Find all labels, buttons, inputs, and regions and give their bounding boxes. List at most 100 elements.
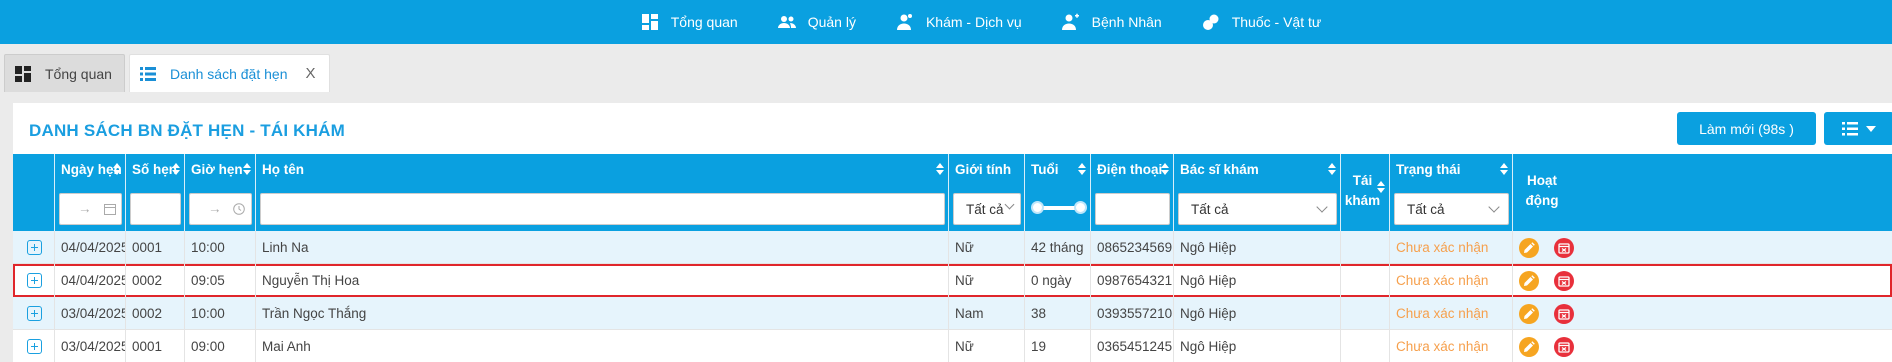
- header-so-hen[interactable]: Số hẹn: [126, 154, 185, 231]
- expand-row-icon[interactable]: [27, 306, 42, 321]
- refresh-button[interactable]: Làm mới (98s ): [1677, 112, 1816, 145]
- expand-cell: [13, 297, 55, 330]
- header-ngay-hen[interactable]: Ngày hẹn →: [55, 154, 126, 231]
- cell-gioi-tinh: Nữ: [949, 330, 1025, 362]
- header-tai-kham[interactable]: Tái khám: [1341, 154, 1390, 231]
- gioi-tinh-select[interactable]: Tất cả: [953, 193, 1021, 225]
- cell-tuoi: 42 tháng: [1025, 231, 1091, 264]
- nav-item-thuoc-vat-tu[interactable]: Thuốc - Vật tư: [1182, 0, 1342, 44]
- edit-icon[interactable]: [1519, 337, 1539, 357]
- sort-icon[interactable]: [1328, 162, 1336, 176]
- sort-icon[interactable]: [1377, 180, 1385, 194]
- dien-thoai-filter[interactable]: [1095, 193, 1170, 225]
- appointment-table: Ngày hẹn → Số hẹn Giờ hẹn → Họ tên Giới …: [13, 154, 1892, 362]
- nav-item-tong-quan[interactable]: Tổng quan: [621, 0, 758, 44]
- cell-ho-ten: Trần Ngọc Thắng: [256, 297, 949, 330]
- edit-icon[interactable]: [1519, 271, 1539, 291]
- nav-item-quan-ly[interactable]: Quản lý: [758, 0, 876, 44]
- sort-icon[interactable]: [172, 162, 180, 176]
- ho-ten-filter[interactable]: [260, 193, 945, 225]
- actions-cell: [1513, 264, 1892, 297]
- table-row[interactable]: 03/04/2025 0002 10:00 Trần Ngọc Thắng Nam 38 0…: [13, 297, 1892, 330]
- nav-label: Khám - Dịch vụ: [925, 14, 1022, 30]
- cell-tai-kham: [1341, 297, 1390, 330]
- header-ho-ten[interactable]: Họ tên: [256, 154, 949, 231]
- doctor-icon: [896, 13, 914, 31]
- expand-row-icon[interactable]: [27, 339, 42, 354]
- cell-gioi-tinh: Nam: [949, 297, 1025, 330]
- header-gio-hen[interactable]: Giờ hẹn →: [185, 154, 256, 231]
- cell-ngay-hen: 04/04/2025: [55, 231, 126, 264]
- sort-icon[interactable]: [113, 162, 121, 176]
- sort-icon[interactable]: [1500, 162, 1508, 176]
- cell-dien-thoai: 0987654321: [1091, 264, 1174, 297]
- expand-row-icon[interactable]: [27, 273, 42, 288]
- tab-tong-quan[interactable]: Tổng quan: [4, 54, 125, 92]
- bac-si-select[interactable]: Tất cả: [1178, 193, 1337, 225]
- slider-handle-min[interactable]: [1031, 201, 1044, 214]
- nav-item-benh-nhan[interactable]: Bệnh Nhân: [1042, 0, 1182, 44]
- medicine-icon: [1202, 13, 1220, 31]
- cancel-appointment-icon[interactable]: [1554, 238, 1574, 258]
- cell-trang-thai: Chưa xác nhận: [1390, 297, 1513, 330]
- trang-thai-select[interactable]: Tất cả: [1394, 193, 1509, 225]
- cell-ngay-hen: 03/04/2025: [55, 330, 126, 362]
- cell-gio-hen: 09:00: [185, 330, 256, 362]
- time-range-filter[interactable]: →: [189, 193, 252, 225]
- page-title: DANH SÁCH BN ĐẶT HẸN - TÁI KHÁM: [29, 121, 345, 140]
- edit-icon[interactable]: [1519, 304, 1539, 324]
- header-expand: [13, 154, 55, 231]
- edit-icon[interactable]: [1519, 238, 1539, 258]
- table-body: 04/04/2025 0001 10:00 Linh Na Nữ 42 tháng 0865…: [13, 231, 1892, 362]
- nav-item-kham-dich-vu[interactable]: Khám - Dịch vụ: [876, 0, 1042, 44]
- table-row[interactable]: 04/04/2025 0001 10:00 Linh Na Nữ 42 tháng 0865…: [13, 231, 1892, 264]
- cell-gioi-tinh: Nữ: [949, 264, 1025, 297]
- header-hoat-dong: Hoạt động: [1525, 173, 1559, 208]
- sort-icon[interactable]: [936, 162, 944, 176]
- table-row[interactable]: 04/04/2025 0002 09:05 Nguyễn Thị Hoa Nữ 0 ngà…: [13, 264, 1892, 297]
- clock-icon: [233, 203, 245, 215]
- header-gioi-tinh[interactable]: Giới tính Tất cả: [949, 154, 1025, 231]
- slider-handle-max[interactable]: [1074, 201, 1087, 214]
- tab-danh-sach-dat-hen[interactable]: Danh sách đặt hẹn X: [128, 54, 331, 92]
- chevron-down-icon: [1316, 201, 1328, 213]
- header-tuoi[interactable]: Tuổi: [1025, 154, 1091, 231]
- cell-tai-kham: [1341, 264, 1390, 297]
- cell-ho-ten: Nguyễn Thị Hoa: [256, 264, 949, 297]
- nav-label: Bệnh Nhân: [1091, 14, 1162, 30]
- age-range-slider[interactable]: [1031, 201, 1087, 215]
- cell-gio-hen: 09:05: [185, 264, 256, 297]
- expand-row-icon[interactable]: [27, 240, 42, 255]
- header-dien-thoai[interactable]: Điện thoại: [1091, 154, 1174, 231]
- cell-bac-si: Ngô Hiệp: [1174, 330, 1341, 362]
- chevron-down-icon: [1004, 199, 1015, 210]
- cell-so-hen: 0002: [126, 297, 185, 330]
- sort-icon[interactable]: [1078, 162, 1086, 176]
- cell-dien-thoai: 0393557210: [1091, 297, 1174, 330]
- cell-trang-thai: Chưa xác nhận: [1390, 330, 1513, 362]
- sort-icon[interactable]: [243, 162, 251, 176]
- cell-ho-ten: Linh Na: [256, 231, 949, 264]
- cell-so-hen: 0001: [126, 330, 185, 362]
- date-range-filter[interactable]: →: [59, 193, 122, 225]
- cancel-appointment-icon[interactable]: [1554, 337, 1574, 357]
- header-trang-thai[interactable]: Trạng thái Tất cả: [1390, 154, 1513, 231]
- cell-trang-thai: Chưa xác nhận: [1390, 264, 1513, 297]
- so-hen-filter[interactable]: [130, 193, 181, 225]
- cell-bac-si: Ngô Hiệp: [1174, 297, 1341, 330]
- cell-dien-thoai: 0365451245: [1091, 330, 1174, 362]
- cell-so-hen: 0001: [126, 231, 185, 264]
- sort-icon[interactable]: [1161, 162, 1169, 176]
- cell-bac-si: Ngô Hiệp: [1174, 264, 1341, 297]
- actions-cell: [1513, 330, 1892, 362]
- close-icon[interactable]: X: [303, 65, 317, 82]
- cancel-appointment-icon[interactable]: [1554, 271, 1574, 291]
- patient-icon: [1061, 13, 1080, 31]
- list-icon: [1842, 121, 1858, 135]
- cancel-appointment-icon[interactable]: [1554, 304, 1574, 324]
- column-menu-button[interactable]: [1824, 112, 1892, 145]
- dashboard-icon: [15, 65, 31, 82]
- header-bac-si[interactable]: Bác sĩ khám Tất cả: [1174, 154, 1341, 231]
- cell-so-hen: 0002: [126, 264, 185, 297]
- table-row[interactable]: 03/04/2025 0001 09:00 Mai Anh Nữ 19 0365451245…: [13, 330, 1892, 362]
